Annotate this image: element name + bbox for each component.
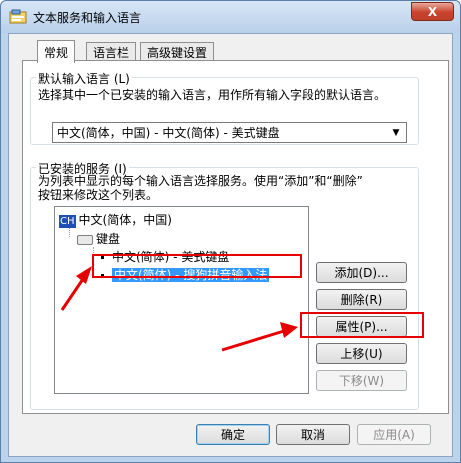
- tab-general[interactable]: 常规: [37, 40, 76, 63]
- annotation-arrow-icon: [60, 266, 92, 311]
- annotation-arrow-icon: [221, 322, 298, 352]
- annotation-arrows: [60, 266, 298, 352]
